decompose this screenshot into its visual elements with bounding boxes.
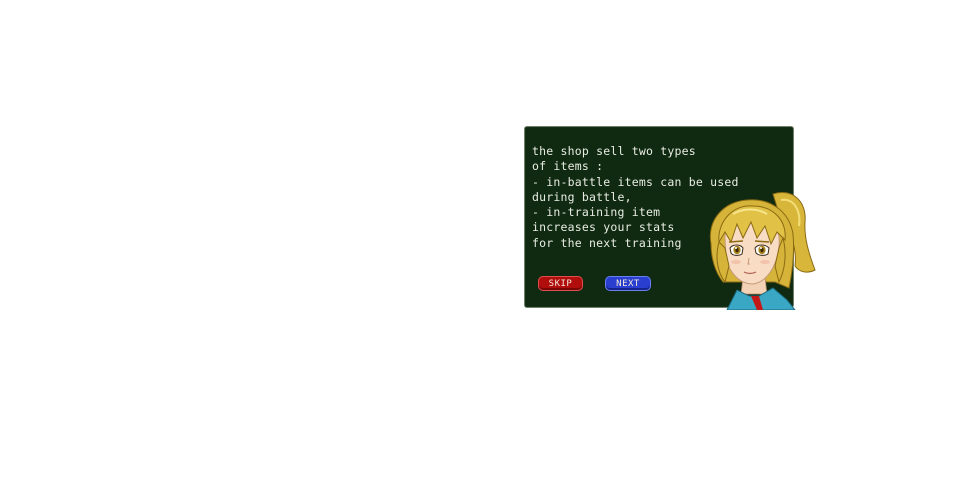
dialog-line: the shop sell two types bbox=[532, 144, 696, 158]
game-screen: the shop sell two types of items : - in-… bbox=[0, 0, 975, 502]
dialog-line: increases your stats bbox=[532, 220, 675, 235]
skip-button[interactable]: SKIP bbox=[538, 276, 583, 291]
dialog-line: during battle, bbox=[532, 189, 632, 204]
dialog-line: of items : bbox=[532, 159, 604, 174]
next-button[interactable]: NEXT bbox=[605, 276, 651, 291]
dialog-line: for the next training bbox=[532, 235, 682, 250]
dialog-line: - in-training item bbox=[532, 205, 661, 220]
girl-portrait-icon bbox=[709, 192, 816, 310]
